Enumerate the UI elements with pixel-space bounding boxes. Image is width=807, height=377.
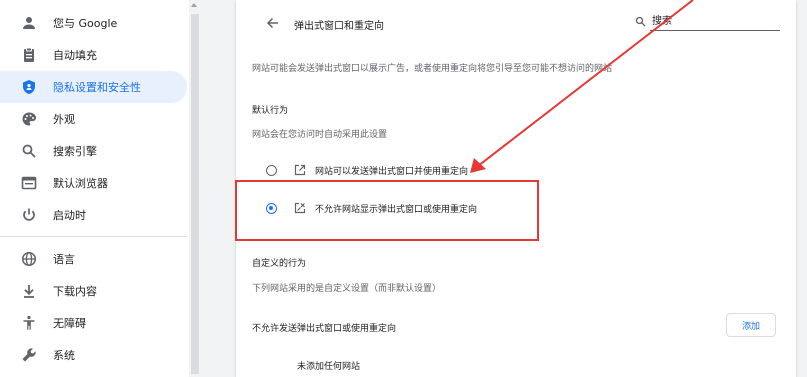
settings-window: 您与 Google 自动填充 隐私设置和安全性 外观 搜索引擎 默认浏览器 启动… (0, 0, 807, 377)
power-icon (20, 206, 38, 224)
accessibility-icon (20, 314, 38, 332)
annotation-highlight-box (235, 180, 539, 241)
radio-allow-popups[interactable] (266, 165, 277, 176)
sidebar-item-default-browser[interactable]: 默认浏览器 (0, 167, 187, 199)
browser-icon (20, 174, 38, 192)
back-arrow-icon[interactable] (266, 16, 280, 30)
scrollbar-thumb[interactable] (191, 14, 199, 374)
sidebar-item-downloads[interactable]: 下载内容 (0, 275, 187, 307)
shield-icon (20, 78, 38, 96)
sidebar-item-label: 自动填充 (53, 49, 97, 62)
person-icon (20, 14, 38, 32)
globe-icon (20, 250, 38, 268)
open-in-new-icon (294, 164, 306, 176)
sidebar-item-you-and-google[interactable]: 您与 Google (0, 7, 187, 39)
search-icon (635, 16, 646, 27)
sidebar-item-appearance[interactable]: 外观 (0, 103, 187, 135)
custom-behavior-heading: 自定义的行为 (252, 259, 307, 269)
page-description: 网站可能会发送弹出式窗口以展示广告，或者使用重定向将您引导至您可能不想访问的网站 (252, 64, 613, 74)
sidebar-item-label: 启动时 (53, 209, 86, 222)
scroll-up-arrow-icon[interactable] (191, 3, 197, 7)
custom-behavior-subheading: 下列网站采用的是自定义设置（而非默认设置） (252, 284, 442, 294)
sidebar-scrollbar[interactable] (189, 0, 201, 377)
sidebar-item-label: 无障碍 (53, 317, 86, 330)
sidebar-item-on-startup[interactable]: 启动时 (0, 199, 187, 231)
sidebar-item-languages[interactable]: 语言 (0, 243, 187, 275)
sidebar-item-accessibility[interactable]: 无障碍 (0, 307, 187, 339)
download-icon (20, 282, 38, 300)
wrench-icon (20, 346, 38, 364)
default-behavior-heading: 默认行为 (252, 106, 289, 116)
sidebar-item-label: 搜索引擎 (53, 145, 97, 158)
block-list-label: 不允许发送弹出式窗口或使用重定向 (252, 324, 397, 334)
sidebar-item-label: 系统 (53, 349, 75, 362)
add-site-button[interactable]: 添加 (726, 313, 776, 337)
clipboard-icon (20, 46, 38, 64)
page-title: 弹出式窗口和重定向 (294, 21, 384, 32)
sidebar-item-search-engine[interactable]: 搜索引擎 (0, 135, 187, 167)
search-input[interactable] (650, 12, 780, 31)
sidebar-divider (0, 236, 187, 237)
empty-list-note: 未添加任何网站 (297, 362, 361, 372)
palette-icon (20, 110, 38, 128)
sidebar-item-label: 下载内容 (53, 285, 97, 298)
sidebar-item-label: 语言 (53, 253, 75, 266)
sidebar-item-label: 默认浏览器 (53, 177, 108, 190)
sidebar-item-label: 您与 Google (53, 17, 118, 30)
sidebar-item-label: 隐私设置和安全性 (53, 81, 141, 94)
sidebar-item-label: 外观 (53, 113, 75, 126)
sidebar-item-autofill[interactable]: 自动填充 (0, 39, 187, 71)
default-behavior-subheading: 网站会在您访问时自动采用此设置 (252, 130, 388, 140)
sidebar-item-system[interactable]: 系统 (0, 339, 187, 371)
sidebar: 您与 Google 自动填充 隐私设置和安全性 外观 搜索引擎 默认浏览器 启动… (0, 0, 195, 377)
search-icon (20, 142, 38, 160)
option-label: 网站可以发送弹出式窗口并使用重定向 (315, 167, 469, 177)
sidebar-item-privacy-and-security[interactable]: 隐私设置和安全性 (0, 71, 187, 103)
